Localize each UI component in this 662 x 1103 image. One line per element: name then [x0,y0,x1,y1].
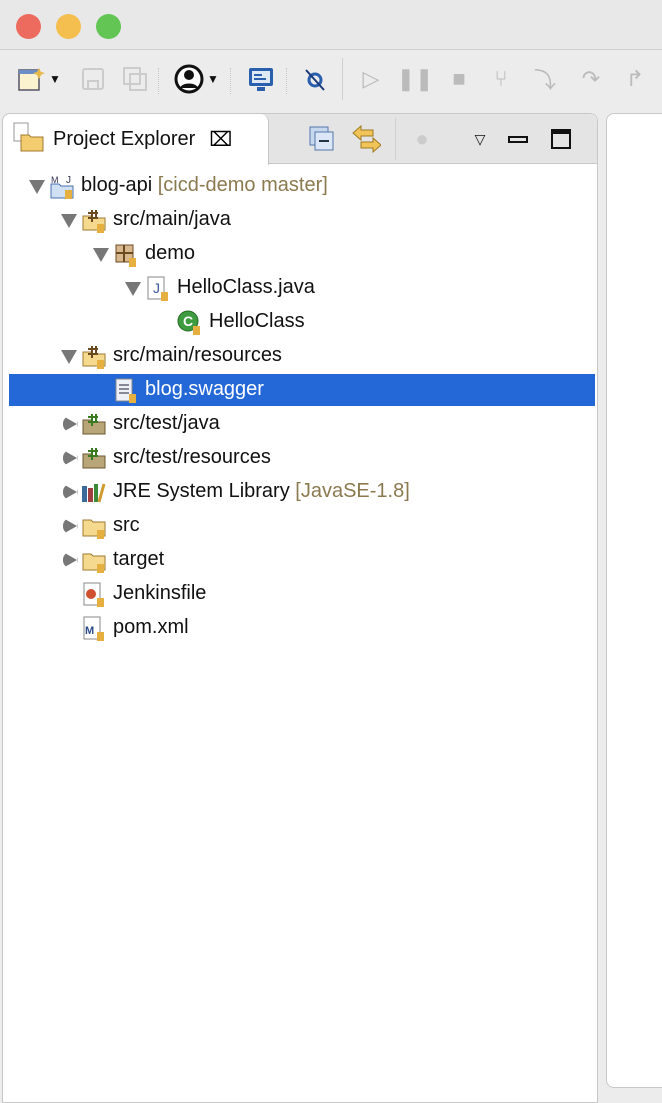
console-icon[interactable] [246,64,276,94]
test-folder-icon [81,446,106,470]
resume-icon[interactable]: ▷ [356,64,386,94]
package-icon [113,242,137,267]
svg-text:C: C [183,313,193,329]
new-wizard-icon[interactable] [16,64,46,94]
tree-item-label: JRE System Library [113,480,290,502]
tree-item[interactable]: src/main/java [9,204,595,236]
folder-icon [81,514,106,539]
expand-arrow-icon[interactable] [63,484,78,500]
tree-item-decoration: [JavaSE-1.8] [295,480,410,502]
maven-project-icon: MJ [49,174,74,199]
tree-item-label: src/test/java [113,412,220,434]
project-explorer-view: Project Explorer ⌧ ● ▽ M Jblog-api [cicd-… [2,113,598,1103]
tab-label: Project Explorer [53,128,196,150]
library-icon [81,480,106,504]
collapse-arrow-icon[interactable] [61,350,77,364]
tree-item[interactable]: JRE System Library [JavaSE-1.8] [9,476,595,508]
tree-item[interactable]: C HelloClass [9,306,595,338]
tree-item-label: pom.xml [113,616,189,638]
tree-item-label: blog-api [81,174,153,196]
view-tab-strip: Project Explorer ⌧ ● ▽ [3,114,597,165]
tree-item-label: src [113,514,140,536]
text-file-icon [113,378,137,403]
jenkins-file-icon [81,582,105,607]
tree-item-decoration: [cicd-demo master] [157,174,328,196]
tree-item[interactable]: Jenkinsfile [9,578,595,610]
svg-text:M: M [85,625,94,637]
filters-icon[interactable]: ● [407,124,437,154]
minimize-view-icon[interactable] [503,124,533,154]
maven-pom-icon: M [81,616,105,641]
main-toolbar: ▼ ▼ ▷ ❚❚ ■ ⑂ ⤵ ↷ ↱ [0,50,662,112]
tree-item-label: src/test/resources [113,446,271,468]
folder-icon [81,548,106,573]
collapse-arrow-icon[interactable] [29,180,45,194]
step-return-icon[interactable]: ↱ [620,64,650,94]
svg-text:J: J [66,175,71,186]
step-into-icon[interactable]: ⤵ [530,64,560,94]
expand-arrow-icon[interactable] [63,416,78,432]
tree-item-label: src/main/java [113,208,231,230]
skip-breakpoints-icon[interactable] [300,64,330,94]
suspend-icon[interactable]: ❚❚ [397,64,434,94]
collapse-arrow-icon[interactable] [61,214,77,228]
tree-item-label: HelloClass [209,310,305,332]
tree-item-label: HelloClass.java [177,276,315,298]
view-menu-icon[interactable]: ▽ [465,124,495,154]
collapse-arrow-icon[interactable] [93,248,109,262]
tree-item-label: demo [145,242,196,264]
svg-text:M: M [51,175,59,185]
expand-arrow-icon[interactable] [63,450,78,466]
title-bar [0,0,662,50]
tree-item[interactable]: src/main/resources [9,340,595,372]
editor-area [606,113,662,1088]
account-dropdown-icon[interactable]: ▼ [206,64,220,94]
close-window-button[interactable] [16,14,41,39]
collapse-all-icon[interactable] [307,124,337,154]
step-over-icon[interactable]: ↷ [576,64,606,94]
zoom-window-button[interactable] [96,14,121,39]
minimize-window-button[interactable] [56,14,81,39]
java-file-icon: J [145,276,169,301]
tab-project-explorer[interactable]: Project Explorer ⌧ [3,114,269,165]
disconnect-icon[interactable]: ⑂ [486,64,516,94]
tree-item[interactable]: M Jblog-api [cicd-demo master] [9,170,595,202]
test-folder-icon [81,412,106,436]
save-icon[interactable] [78,64,108,94]
tree-item[interactable]: src/test/resources [9,442,595,474]
tree-item[interactable]: J HelloClass.java [9,272,595,304]
new-dropdown-icon[interactable]: ▼ [48,64,62,94]
source-folder-icon [81,344,106,369]
close-view-icon[interactable]: ⌧ [209,127,232,152]
terminate-icon[interactable]: ■ [444,64,474,94]
tree-item[interactable]: blog.swagger [9,374,595,406]
collapse-arrow-icon[interactable] [125,282,141,296]
source-folder-icon [81,208,106,233]
class-icon: C [177,310,201,335]
tree-item-label: src/main/resources [113,344,282,366]
tree-item-label: Jenkinsfile [113,582,207,604]
expand-arrow-icon[interactable] [63,552,78,568]
tree-item-label: blog.swagger [145,378,264,400]
maximize-view-icon[interactable] [546,124,576,154]
tree-item[interactable]: target [9,544,595,576]
tree-item[interactable]: demo [9,238,595,270]
tree-item-label: target [113,548,165,570]
tree-item[interactable]: src/test/java [9,408,595,440]
project-explorer-icon [11,121,45,158]
tree-item[interactable]: Mpom.xml [9,612,595,644]
svg-text:J: J [153,280,160,296]
link-with-editor-icon[interactable] [351,124,381,154]
expand-arrow-icon[interactable] [63,518,78,534]
save-all-icon[interactable] [120,64,150,94]
account-icon[interactable] [174,64,204,94]
tree-item[interactable]: src [9,510,595,542]
